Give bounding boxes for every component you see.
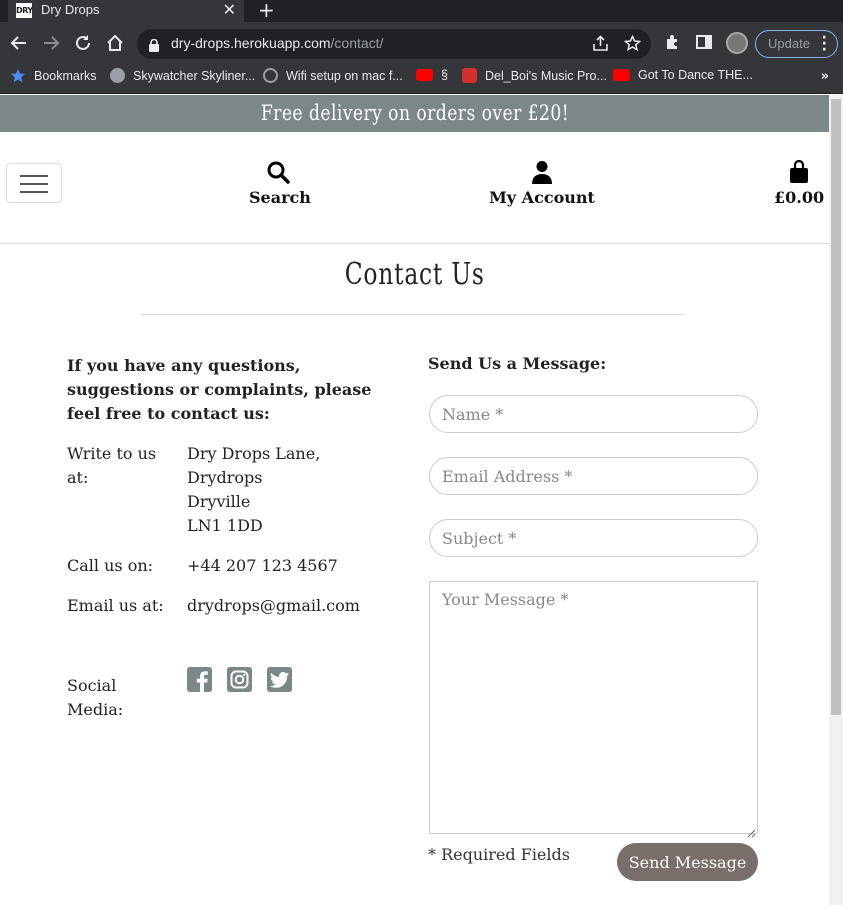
close-tab-icon[interactable]: ✕ (223, 0, 236, 19)
subject-field[interactable] (429, 519, 758, 557)
title-divider (141, 314, 684, 315)
browser-tab[interactable]: DRY Dry Drops ✕ (8, 0, 244, 22)
email-value[interactable]: drydrops@gmail.com (187, 594, 360, 618)
reload-icon[interactable] (72, 32, 94, 54)
promo-banner: Free delivery on orders over £20! (0, 95, 829, 132)
page-title: Contact Us (344, 257, 485, 292)
profile-avatar[interactable] (726, 32, 748, 54)
bag-nav-link[interactable]: £0.00 (774, 159, 825, 207)
page-viewport: Free delivery on orders over £20! Search… (0, 95, 829, 905)
email-field[interactable] (429, 457, 758, 495)
social-links (187, 667, 292, 692)
scrollbar-thumb[interactable] (831, 99, 841, 715)
extensions-icon[interactable] (664, 34, 681, 55)
youtube-icon (416, 69, 433, 81)
browser-tab-strip: DRY Dry Drops ✕ + (0, 0, 843, 22)
phone-label: Call us on: (67, 556, 154, 575)
browser-toolbar: dry-drops.herokuapp.com/contact/ Update … (0, 22, 843, 66)
address-bar[interactable]: dry-drops.herokuapp.com/contact/ (137, 29, 651, 59)
social-label: Social Media: (67, 676, 124, 719)
instagram-icon[interactable] (227, 667, 252, 692)
resize-handle-icon[interactable] (747, 823, 756, 838)
bag-total: £0.00 (774, 188, 825, 207)
bookmark-item[interactable]: § (416, 68, 448, 82)
user-icon (487, 160, 597, 186)
bookmark-item[interactable]: Got To Dance THE... (613, 68, 753, 82)
planet-icon (263, 68, 278, 83)
youtube-icon (613, 69, 630, 81)
bookmark-label: § (441, 68, 448, 82)
bookmark-star-icon[interactable] (623, 34, 642, 56)
form-title: Send Us a Message: (428, 354, 607, 373)
site-header: Search My Account £0.00 (0, 132, 829, 244)
bookmark-label: Bookmarks (34, 69, 97, 83)
bookmarks-bar: Bookmarks Skywatcher Skyliner... Wifi se… (0, 66, 843, 94)
new-tab-icon[interactable]: + (258, 0, 275, 22)
share-icon[interactable] (592, 35, 609, 56)
contact-intro: If you have any questions, suggestions o… (67, 356, 372, 423)
search-icon (249, 160, 307, 186)
facebook-icon[interactable] (187, 667, 212, 692)
bookmark-item[interactable]: Bookmarks (10, 68, 97, 84)
phone-value: +44 207 123 4567 (187, 556, 338, 575)
side-panel-icon[interactable] (696, 34, 712, 54)
back-icon[interactable] (8, 32, 30, 54)
search-label: Search (249, 188, 311, 207)
send-message-button[interactable]: Send Message (617, 843, 758, 881)
site-favicon-icon: DRY (16, 3, 33, 18)
account-label: My Account (489, 188, 595, 207)
bookmarks-overflow-icon[interactable]: » (821, 69, 829, 84)
bookmark-item[interactable]: Wifi setup on mac f... (263, 68, 403, 83)
account-nav-link[interactable]: My Account (487, 160, 597, 207)
os-icon (462, 68, 477, 83)
name-field[interactable] (429, 395, 758, 433)
lock-icon[interactable] (149, 37, 159, 56)
bookmark-item[interactable]: Skywatcher Skyliner... (110, 68, 255, 83)
message-field[interactable] (429, 581, 758, 834)
update-button[interactable]: Update · · · (755, 30, 838, 58)
promo-text: Free delivery on orders over £20! (260, 101, 569, 125)
globe-icon (110, 68, 125, 83)
bookmark-label: Del_Boi's Music Pro... (485, 68, 607, 83)
bookmark-item[interactable]: Del_Boi's Music Pro... (462, 68, 607, 83)
tab-title: Dry Drops (41, 2, 100, 17)
bookmark-label: Wifi setup on mac f... (286, 68, 403, 83)
menu-dots-icon[interactable]: · · · (822, 31, 827, 57)
update-label: Update (768, 36, 810, 51)
email-label: Email us at: (67, 596, 164, 615)
page-scrollbar[interactable] (829, 95, 843, 905)
star-icon (10, 68, 26, 84)
menu-toggle-button[interactable] (6, 163, 62, 203)
search-nav-link[interactable]: Search (249, 160, 311, 207)
bookmark-label: Got To Dance THE... (638, 68, 753, 82)
home-icon[interactable] (104, 32, 126, 54)
shopping-bag-icon (774, 159, 824, 186)
bookmark-label: Skywatcher Skyliner... (133, 68, 256, 83)
twitter-icon[interactable] (267, 667, 292, 692)
address-value: Dry Drops Lane, Drydrops Dryville LN1 1D… (187, 444, 321, 535)
url-text: dry-drops.herokuapp.com/contact/ (171, 35, 384, 51)
forward-icon[interactable] (40, 32, 62, 54)
required-fields-note: * Required Fields (428, 845, 570, 864)
address-label: Write to us at: (67, 444, 157, 487)
